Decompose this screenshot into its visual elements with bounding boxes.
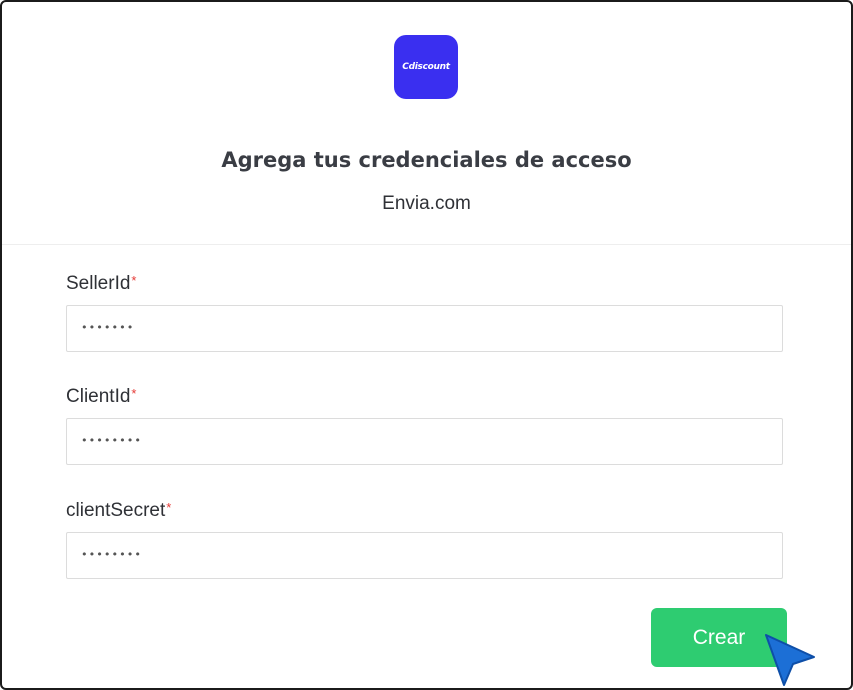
clientsecret-label-text: clientSecret <box>66 500 166 521</box>
clientid-label-text: ClientId <box>66 386 131 407</box>
dialog-title: Agrega tus credenciales de acceso <box>221 148 632 172</box>
clientsecret-label: clientSecret* <box>66 500 171 522</box>
clientid-label: ClientId* <box>66 386 136 408</box>
dialog-subtitle: Envia.com <box>382 193 471 214</box>
required-mark: * <box>166 500 172 515</box>
clientsecret-field[interactable] <box>66 532 783 579</box>
sellerid-label-text: SellerId <box>66 273 131 294</box>
clientid-input[interactable] <box>79 425 773 455</box>
clientid-field[interactable] <box>66 418 783 465</box>
sellerid-field[interactable] <box>66 305 783 352</box>
cdiscount-logo: Cdiscount <box>394 35 458 99</box>
sellerid-label: SellerId* <box>66 273 136 295</box>
credentials-dialog: Cdiscount Agrega tus credenciales de acc… <box>0 0 853 690</box>
required-mark: * <box>131 386 137 401</box>
header-divider <box>2 244 851 245</box>
logo-text: Cdiscount <box>402 62 450 72</box>
clientsecret-input[interactable] <box>79 539 773 569</box>
pointer-arrow-icon <box>765 634 815 686</box>
sellerid-input[interactable] <box>79 312 773 342</box>
required-mark: * <box>131 273 137 288</box>
